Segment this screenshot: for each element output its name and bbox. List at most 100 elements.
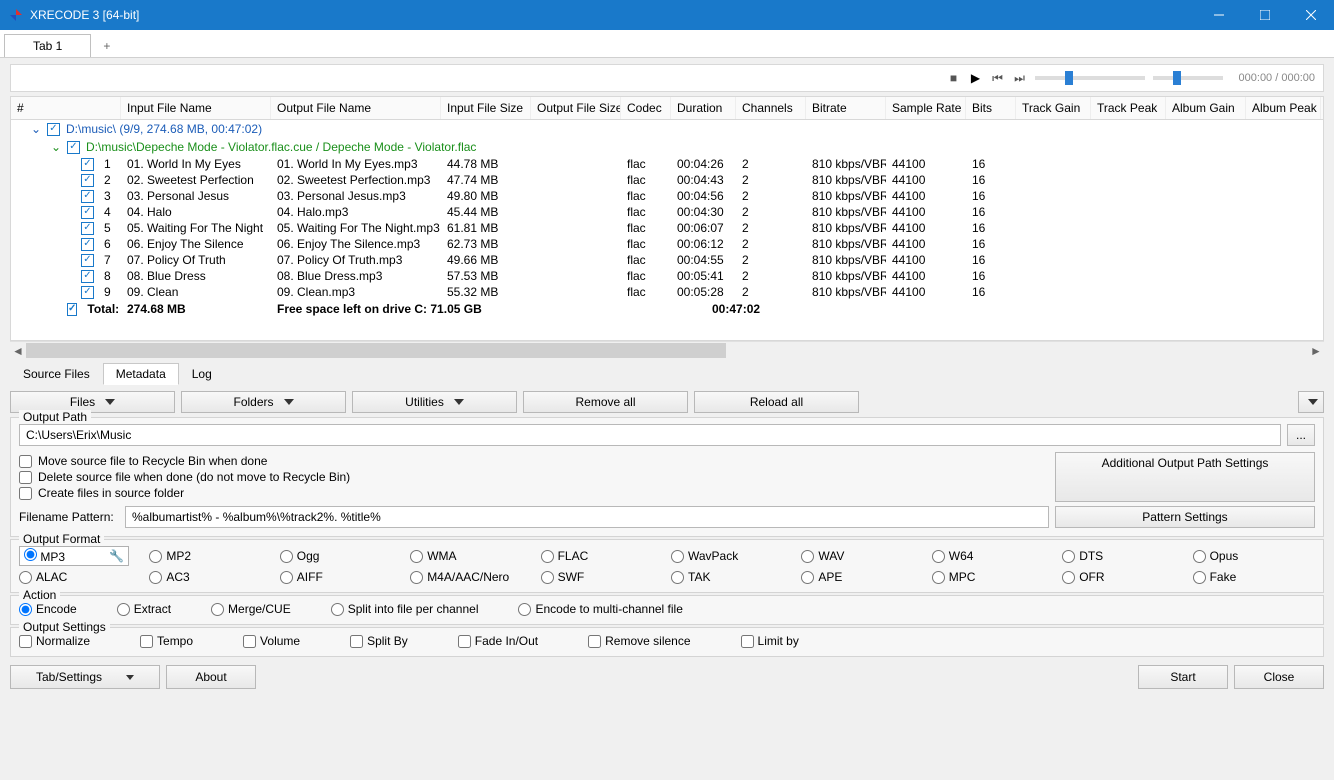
track-checkbox[interactable] bbox=[81, 270, 94, 283]
play-button[interactable]: ▶ bbox=[969, 71, 983, 85]
format-option[interactable]: OFR bbox=[1062, 570, 1184, 584]
folders-button[interactable]: Folders bbox=[181, 391, 346, 413]
group-checkbox[interactable] bbox=[47, 123, 60, 136]
track-checkbox[interactable] bbox=[81, 254, 94, 267]
create-in-source-checkbox[interactable] bbox=[19, 487, 32, 500]
action-option[interactable]: Split into file per channel bbox=[331, 602, 479, 616]
column-header[interactable]: Sample Rate bbox=[886, 97, 966, 119]
track-checkbox[interactable] bbox=[81, 286, 94, 299]
subtab-log[interactable]: Log bbox=[179, 363, 225, 385]
setting-option[interactable]: Remove silence bbox=[588, 634, 690, 648]
column-header[interactable]: # bbox=[11, 97, 121, 119]
action-option[interactable]: Extract bbox=[117, 602, 171, 616]
column-header[interactable]: Album Peak bbox=[1246, 97, 1321, 119]
grid-body[interactable]: ⌄ D:\music\ (9/9, 274.68 MB, 00:47:02) ⌄… bbox=[11, 120, 1323, 340]
minimize-button[interactable] bbox=[1196, 0, 1242, 30]
format-option[interactable]: MPC bbox=[932, 570, 1054, 584]
column-header[interactable]: Output File Name bbox=[271, 97, 441, 119]
setting-option[interactable]: Split By bbox=[350, 634, 408, 648]
utilities-button[interactable]: Utilities bbox=[352, 391, 517, 413]
format-option[interactable]: M4A/AAC/Nero bbox=[410, 570, 532, 584]
column-header[interactable]: Bitrate bbox=[806, 97, 886, 119]
column-header[interactable]: Output File Size bbox=[531, 97, 621, 119]
column-header[interactable]: Album Gain bbox=[1166, 97, 1246, 119]
remove-all-button[interactable]: Remove all bbox=[523, 391, 688, 413]
group-checkbox[interactable] bbox=[67, 141, 80, 154]
subtab-source-files[interactable]: Source Files bbox=[10, 363, 103, 385]
format-option[interactable]: SWF bbox=[541, 570, 663, 584]
reload-all-button[interactable]: Reload all bbox=[694, 391, 859, 413]
format-option[interactable]: WMA bbox=[410, 546, 532, 566]
format-option[interactable]: APE bbox=[801, 570, 923, 584]
track-row[interactable]: 3 03. Personal Jesus03. Personal Jesus.m… bbox=[11, 188, 1323, 204]
track-row[interactable]: 9 09. Clean09. Clean.mp355.32 MBflac00:0… bbox=[11, 284, 1323, 300]
additional-output-settings-button[interactable]: Additional Output Path Settings bbox=[1055, 452, 1315, 502]
format-option[interactable]: MP2 bbox=[149, 546, 271, 566]
track-row[interactable]: 5 05. Waiting For The Night05. Waiting F… bbox=[11, 220, 1323, 236]
format-option[interactable]: Opus bbox=[1193, 546, 1315, 566]
setting-option[interactable]: Normalize bbox=[19, 634, 90, 648]
format-option[interactable]: DTS bbox=[1062, 546, 1184, 566]
volume-slider[interactable] bbox=[1153, 76, 1223, 80]
next-button[interactable]: ⏭ bbox=[1013, 71, 1027, 85]
total-checkbox[interactable] bbox=[67, 303, 77, 316]
track-row[interactable]: 6 06. Enjoy The Silence06. Enjoy The Sil… bbox=[11, 236, 1323, 252]
group-folder-row[interactable]: ⌄ D:\music\ (9/9, 274.68 MB, 00:47:02) bbox=[11, 120, 1323, 138]
format-option[interactable]: WavPack bbox=[671, 546, 793, 566]
column-header[interactable]: Bits bbox=[966, 97, 1016, 119]
setting-option[interactable]: Fade In/Out bbox=[458, 634, 538, 648]
action-option[interactable]: Merge/CUE bbox=[211, 602, 291, 616]
setting-option[interactable]: Volume bbox=[243, 634, 300, 648]
more-button[interactable] bbox=[1298, 391, 1324, 413]
maximize-button[interactable] bbox=[1242, 0, 1288, 30]
track-row[interactable]: 4 04. Halo04. Halo.mp345.44 MBflac00:04:… bbox=[11, 204, 1323, 220]
column-header[interactable]: Channels bbox=[736, 97, 806, 119]
track-checkbox[interactable] bbox=[81, 222, 94, 235]
track-checkbox[interactable] bbox=[81, 190, 94, 203]
track-row[interactable]: 2 02. Sweetest Perfection02. Sweetest Pe… bbox=[11, 172, 1323, 188]
format-option[interactable]: AIFF bbox=[280, 570, 402, 584]
format-option[interactable]: Ogg bbox=[280, 546, 402, 566]
format-option[interactable]: MP3🔧 bbox=[19, 546, 141, 566]
format-option[interactable]: ALAC bbox=[19, 570, 141, 584]
wrench-icon[interactable]: 🔧 bbox=[109, 549, 124, 563]
prev-button[interactable]: ⏮ bbox=[991, 71, 1005, 85]
column-header[interactable]: Input File Name bbox=[121, 97, 271, 119]
delete-source-checkbox[interactable] bbox=[19, 471, 32, 484]
track-row[interactable]: 7 07. Policy Of Truth07. Policy Of Truth… bbox=[11, 252, 1323, 268]
format-option[interactable]: AC3 bbox=[149, 570, 271, 584]
column-header[interactable]: Track Peak bbox=[1091, 97, 1166, 119]
track-checkbox[interactable] bbox=[81, 158, 94, 171]
format-option[interactable]: TAK bbox=[671, 570, 793, 584]
column-header[interactable]: Duration bbox=[671, 97, 736, 119]
seek-slider[interactable] bbox=[1035, 76, 1145, 80]
track-row[interactable]: 8 08. Blue Dress08. Blue Dress.mp357.53 … bbox=[11, 268, 1323, 284]
action-option[interactable]: Encode bbox=[19, 602, 77, 616]
scroll-right-icon[interactable]: ► bbox=[1308, 342, 1324, 360]
output-path-input[interactable] bbox=[19, 424, 1281, 446]
format-option[interactable]: Fake bbox=[1193, 570, 1315, 584]
move-to-recycle-checkbox[interactable] bbox=[19, 455, 32, 468]
format-option[interactable]: FLAC bbox=[541, 546, 663, 566]
setting-option[interactable]: Tempo bbox=[140, 634, 193, 648]
track-row[interactable]: 1 01. World In My Eyes01. World In My Ey… bbox=[11, 156, 1323, 172]
close-button[interactable] bbox=[1288, 0, 1334, 30]
browse-button[interactable]: ... bbox=[1287, 424, 1315, 446]
track-checkbox[interactable] bbox=[81, 206, 94, 219]
format-option[interactable]: W64 bbox=[932, 546, 1054, 566]
scroll-left-icon[interactable]: ◄ bbox=[10, 342, 26, 360]
stop-button[interactable]: ■ bbox=[947, 71, 961, 85]
subtab-metadata[interactable]: Metadata bbox=[103, 363, 179, 385]
start-button[interactable]: Start bbox=[1138, 665, 1228, 689]
filename-pattern-input[interactable] bbox=[125, 506, 1049, 528]
close-app-button[interactable]: Close bbox=[1234, 665, 1324, 689]
track-checkbox[interactable] bbox=[81, 174, 94, 187]
pattern-settings-button[interactable]: Pattern Settings bbox=[1055, 506, 1315, 528]
track-checkbox[interactable] bbox=[81, 238, 94, 251]
about-button[interactable]: About bbox=[166, 665, 256, 689]
column-header[interactable]: Track Gain bbox=[1016, 97, 1091, 119]
horizontal-scrollbar[interactable]: ◄ ► bbox=[10, 341, 1324, 359]
setting-option[interactable]: Limit by bbox=[741, 634, 799, 648]
column-header[interactable]: Input File Size bbox=[441, 97, 531, 119]
tab-main[interactable]: Tab 1 bbox=[4, 34, 91, 57]
